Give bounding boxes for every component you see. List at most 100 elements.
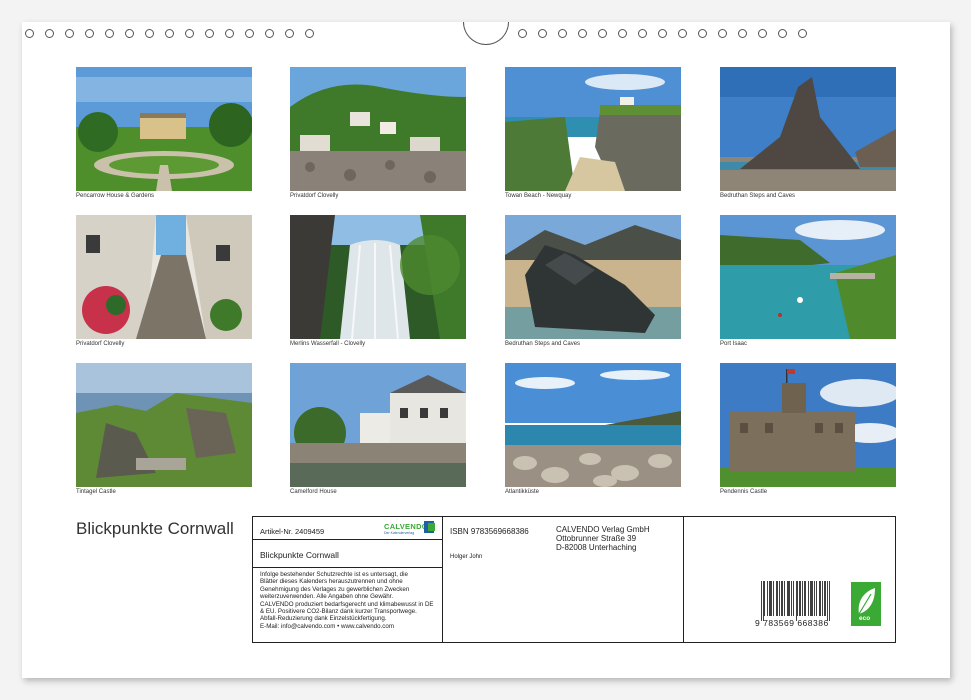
barcode-bar xyxy=(825,581,826,616)
binding-ring xyxy=(85,29,94,38)
barcode-bar xyxy=(776,581,777,616)
article-number: Artikel-Nr. 2409459 xyxy=(260,527,325,536)
binding-ring xyxy=(45,29,54,38)
barcode-bar xyxy=(788,581,789,616)
legal-notice: Infolge bestehender Schutzrechte ist es … xyxy=(260,571,434,630)
photo-caption: Atlantikküste xyxy=(505,489,540,495)
photo-thumbnail xyxy=(505,215,681,339)
barcode-bar xyxy=(764,581,765,616)
photo-caption: Privatdorf Clovelly xyxy=(290,193,339,199)
photo-thumbnail xyxy=(505,363,681,487)
barcode-number: 9 783569 668386 xyxy=(755,618,829,628)
photo-caption: Privatdorf Clovelly xyxy=(76,341,125,347)
barcode-bar xyxy=(829,581,830,621)
publisher-info-box: Artikel-Nr. 2409459 CALVENDO Der Kalende… xyxy=(252,516,896,643)
photo-thumbnail xyxy=(505,67,681,191)
binding-ring xyxy=(538,29,547,38)
photo-thumbnail xyxy=(76,67,252,191)
barcode-bar xyxy=(771,581,772,616)
photo-caption: Bedruthan Steps and Caves xyxy=(505,341,581,347)
calendar-title: Blickpunkte Cornwall xyxy=(76,519,234,538)
binding-ring xyxy=(245,29,254,38)
isbn: ISBN 9783569668386 xyxy=(450,527,529,536)
barcode-bar xyxy=(781,581,782,616)
binding-ring xyxy=(678,29,687,38)
binding-ring xyxy=(718,29,727,38)
barcode-bar xyxy=(761,581,762,621)
divider xyxy=(683,517,684,642)
binding-ring xyxy=(125,29,134,38)
barcode-bar xyxy=(820,581,821,616)
barcode-bar xyxy=(789,581,790,616)
photo-caption: Towan Beach - Newquay xyxy=(505,193,572,199)
binding-ring xyxy=(305,29,314,38)
photo-caption: Merlins Wasserfall - Clovelly xyxy=(290,341,366,347)
binding-ring xyxy=(578,29,587,38)
barcode-bar xyxy=(805,581,806,616)
barcode-bar xyxy=(824,581,825,616)
binding-ring xyxy=(65,29,74,38)
calvendo-mark-icon-accent xyxy=(428,523,435,531)
binding-ring xyxy=(618,29,627,38)
photo-thumbnail xyxy=(76,363,252,487)
barcode-bar xyxy=(804,581,805,616)
barcode-bar xyxy=(802,581,803,616)
eco-badge: eco xyxy=(851,582,881,626)
divider xyxy=(442,517,443,642)
eco-label: eco xyxy=(859,615,871,622)
publisher-city: D-82008 Unterhaching xyxy=(556,543,637,552)
photo-thumbnail xyxy=(290,67,466,191)
photo-caption: Pencarrow House & Gardens xyxy=(76,193,155,199)
photo-caption: Camelford House xyxy=(290,489,337,495)
binding-ring xyxy=(758,29,767,38)
barcode-bar xyxy=(808,581,809,616)
divider xyxy=(253,567,442,568)
barcode-bar xyxy=(811,581,812,616)
binding-ring xyxy=(145,29,154,38)
barcode-bar xyxy=(793,581,794,616)
binding-ring xyxy=(698,29,707,38)
binding-ring xyxy=(598,29,607,38)
barcode-bar xyxy=(779,581,780,616)
binding-ring xyxy=(225,29,234,38)
barcode-image xyxy=(761,581,830,621)
photo-thumbnail xyxy=(290,215,466,339)
barcode-bar xyxy=(787,581,788,616)
barcode-bar xyxy=(777,581,778,616)
binding-ring xyxy=(25,29,34,38)
calendar-name: Blickpunkte Cornwall xyxy=(260,550,339,560)
calvendo-logo-text: CALVENDO xyxy=(384,522,428,531)
barcode-bar xyxy=(810,581,811,616)
photo-thumbnail xyxy=(720,215,896,339)
binding-ring xyxy=(165,29,174,38)
binding-ring xyxy=(185,29,194,38)
photo-caption: Pendennis Castle xyxy=(720,489,768,495)
barcode-bar xyxy=(782,581,783,616)
barcode-bar xyxy=(797,581,798,616)
barcode-bar xyxy=(769,581,770,616)
barcode-bar xyxy=(770,581,771,616)
photo-thumbnail xyxy=(290,363,466,487)
barcode-bar xyxy=(791,581,792,616)
calvendo-tagline: Der Kalenderverlag xyxy=(384,531,415,535)
photo-caption: Port Isaac xyxy=(720,341,748,347)
barcode-bar xyxy=(799,581,800,616)
barcode-bar xyxy=(819,581,820,616)
photo-thumbnail xyxy=(720,67,896,191)
binding-ring xyxy=(285,29,294,38)
barcode-bar xyxy=(812,581,813,616)
divider xyxy=(253,539,442,540)
barcode-bar xyxy=(800,581,801,616)
barcode-bar xyxy=(773,581,774,616)
binding-ring xyxy=(778,29,787,38)
binding-ring xyxy=(558,29,567,38)
barcode-bar xyxy=(767,581,768,616)
binding-ring xyxy=(265,29,274,38)
binding-ring xyxy=(738,29,747,38)
barcode-bar xyxy=(827,581,828,621)
barcode-bar xyxy=(816,581,817,616)
publisher-name: CALVENDO Verlag GmbH xyxy=(556,525,650,534)
binding-ring xyxy=(638,29,647,38)
photo-caption: Tintagel Castle xyxy=(76,489,116,495)
photo-thumbnail xyxy=(720,363,896,487)
